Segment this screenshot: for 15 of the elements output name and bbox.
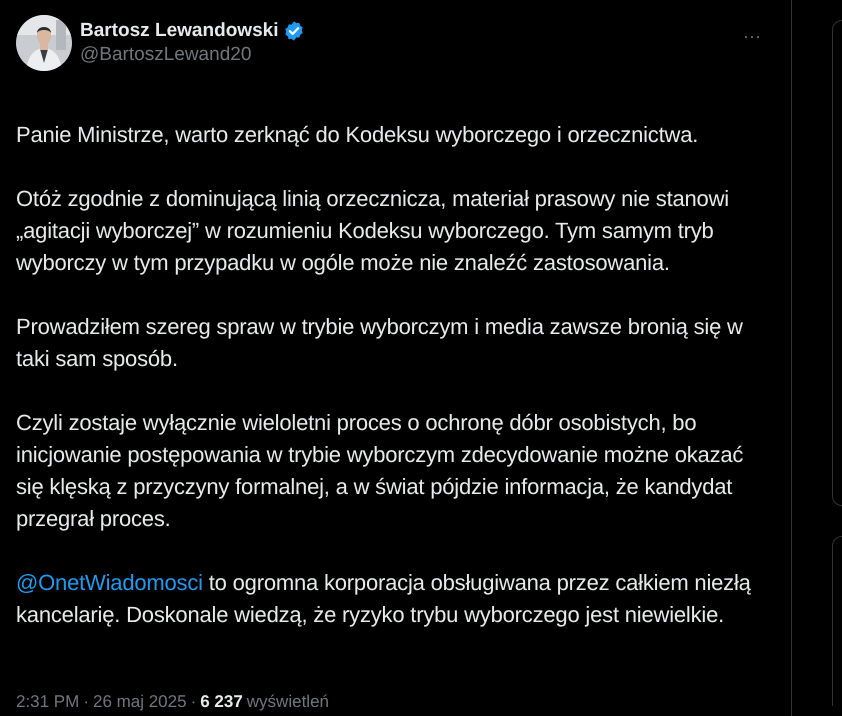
post-paragraph: Czyli zostaje wyłącznie wieloletni proces o ochronę dóbr osobistych, bo inicjowanie postępowania w trybie wyborczym zdecydowanie możne okazać się klęską z przyczyny formalnej, a w świat pójdzie informacja, że kandydat przegrał proces. — [16, 409, 744, 533]
post-paragraph: Prowadziłem szereg spraw w trybie wyborczym i media zawsze bronią się w taki sam sposób. — [16, 313, 744, 373]
mention-link[interactable]: @OnetWiadomosci — [16, 570, 203, 595]
view-count: 6 237 — [200, 691, 243, 713]
more-button[interactable]: ··· — [743, 27, 761, 45]
separator-dot: · — [83, 691, 89, 713]
post-paragraph: @OnetWiadomosci to ogromna korporacja obsługiwana przez całkiem niezłą kancelarię. Doskonale wiedzą, że ryzyko trybu wyborczego jest niewielkie. — [16, 569, 752, 629]
author-handle[interactable]: @BartoszLewand20 — [80, 43, 304, 67]
views-label: wyświetleń — [246, 691, 329, 713]
post-paragraph: Panie Ministrze, warto zerknąć do Kodeksu wyborczego i orzecznictwa. — [16, 121, 700, 149]
post-date[interactable]: 26 maj 2025 — [92, 690, 187, 714]
separator-dot: · — [190, 691, 196, 713]
author-name[interactable]: Bartosz Lewandowski — [80, 19, 278, 43]
post-time[interactable]: 2:31 PM — [16, 690, 80, 714]
post-paragraph: Otóż zgodnie z dominującą linią orzecznicza, materiał prasowy nie stanowi „agitacji wyborczej” w rozumieniu Kodeksu wyborczego. Tym samym tryb wyborczy w tym przypadku w ogóle może nie znaleźć zastosowania. — [16, 185, 730, 277]
